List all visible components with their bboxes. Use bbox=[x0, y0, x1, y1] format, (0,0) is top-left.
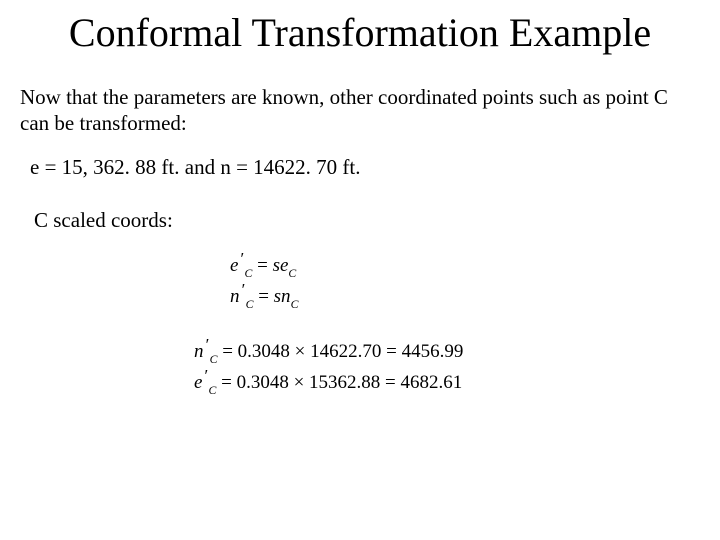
equation-n-prime-def: n′C = snC bbox=[230, 282, 700, 313]
equation-e-prime-def: e′C = seC bbox=[230, 251, 700, 282]
intro-paragraph: Now that the parameters are known, other… bbox=[20, 84, 700, 137]
scaled-coords-label: C scaled coords: bbox=[34, 208, 700, 233]
equation-block-numeric: n′C = 0.3048 × 14622.70 = 4456.99 e′C = … bbox=[194, 337, 700, 399]
equation-n-prime-numeric: n′C = 0.3048 × 14622.70 = 4456.99 bbox=[194, 337, 700, 368]
equation-block-definition: e′C = seC n′C = snC bbox=[230, 251, 700, 313]
equation-e-prime-numeric: e′C = 0.3048 × 15362.88 = 4682.61 bbox=[194, 368, 700, 399]
known-values-line: e = 15, 362. 88 ft. and n = 14622. 70 ft… bbox=[30, 155, 700, 180]
slide-title: Conformal Transformation Example bbox=[20, 10, 700, 56]
